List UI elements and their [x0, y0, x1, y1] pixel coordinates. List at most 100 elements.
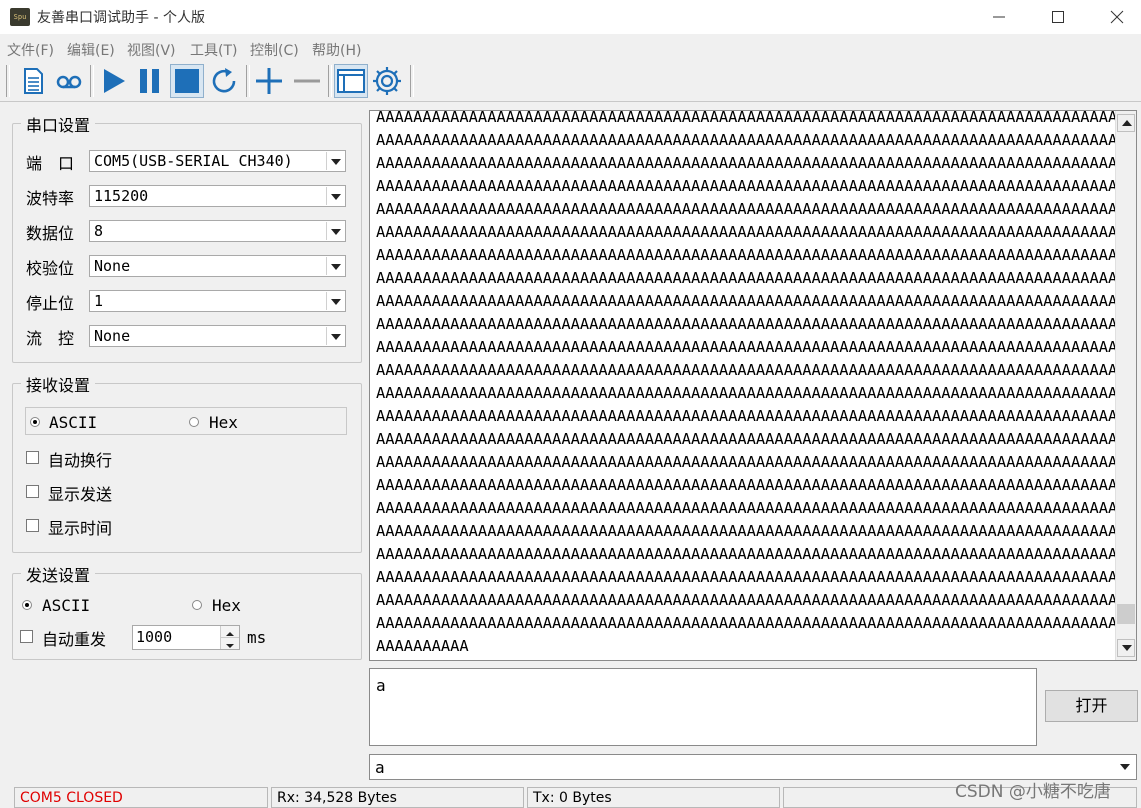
window-title: 友善串口调试助手 - 个人版 — [37, 10, 205, 26]
stepper-down-icon[interactable] — [220, 638, 239, 649]
receive-line: AAAAAAAAAAAAAAAAAAAAAAAAAAAAAAAAAAAAAAAA… — [376, 568, 1137, 586]
auto-resend-label: 自动重发 — [42, 630, 107, 649]
toolbar-separator — [410, 65, 414, 97]
send-ascii-radio[interactable] — [22, 600, 32, 610]
open-button[interactable]: 打开 — [1045, 690, 1138, 722]
port-select[interactable]: COM5(USB-SERIAL CH340) — [89, 150, 346, 172]
data-bits-label: 数据位 — [26, 224, 75, 243]
toolbar — [0, 61, 1141, 102]
auto-wrap-label: 自动换行 — [48, 451, 113, 470]
receive-line: AAAAAAAAAAAAAAAAAAAAAAAAAAAAAAAAAAAAAAAA… — [376, 361, 1137, 379]
receive-line: AAAAAAAAAAAAAAAAAAAAAAAAAAAAAAAAAAAAAAAA… — [376, 154, 1137, 172]
toolbar-separator — [90, 65, 94, 97]
baud-rate-select[interactable]: 115200 — [89, 185, 346, 207]
maximize-icon[interactable] — [1029, 0, 1087, 34]
send-history-value: a — [375, 758, 385, 777]
port-status: COM5 CLOSED — [14, 787, 268, 808]
scroll-down-icon[interactable] — [1117, 639, 1135, 657]
pause-icon[interactable] — [133, 64, 167, 98]
show-time-label: 显示时间 — [48, 519, 113, 538]
receive-line: AAAAAAAAAAAAAAAAAAAAAAAAAAAAAAAAAAAAAAAA… — [376, 476, 1137, 494]
receive-hex-label: Hex — [209, 413, 238, 432]
chevron-down-icon[interactable] — [326, 327, 344, 345]
port-status-text: COM5 CLOSED — [20, 790, 123, 806]
auto-wrap-checkbox[interactable] — [26, 451, 39, 464]
show-time-checkbox[interactable] — [26, 519, 39, 532]
receive-line: AAAAAAAAAAAAAAAAAAAAAAAAAAAAAAAAAAAAAAAA… — [376, 453, 1137, 471]
rx-count-text: Rx: 34,528 Bytes — [277, 790, 397, 806]
toolbar-separator — [328, 65, 332, 97]
receive-line: AAAAAAAAAAAAAAAAAAAAAAAAAAAAAAAAAAAAAAAA… — [376, 269, 1137, 287]
receive-line: AAAAAAAAAAAAAAAAAAAAAAAAAAAAAAAAAAAAAAAA… — [376, 614, 1137, 632]
tx-count-text: Tx: 0 Bytes — [533, 790, 612, 806]
interval-stepper[interactable]: 1000 — [132, 625, 240, 650]
close-icon[interactable] — [1088, 0, 1141, 34]
receive-line: AAAAAAAAAAAAAAAAAAAAAAAAAAAAAAAAAAAAAAAA… — [376, 338, 1137, 356]
parity-select[interactable]: None — [89, 255, 346, 277]
parity-label: 校验位 — [26, 259, 75, 278]
auto-resend-checkbox[interactable] — [20, 630, 33, 643]
stop-bits-select[interactable]: 1 — [89, 290, 346, 312]
window-icon[interactable] — [334, 64, 368, 98]
stop-icon[interactable] — [170, 64, 204, 98]
serial-settings-title: 串口设置 — [21, 112, 96, 136]
receive-line: AAAAAAAAAAAAAAAAAAAAAAAAAAAAAAAAAAAAAAAA… — [376, 177, 1137, 195]
scroll-up-icon[interactable] — [1117, 114, 1135, 132]
port-label: 端 口 — [26, 154, 75, 173]
menu-edit[interactable]: 编辑(E) — [67, 40, 115, 60]
receive-text-area[interactable]: AAAAAAAAAAAAAAAAAAAAAAAAAAAAAAAAAAAAAAAA… — [369, 110, 1137, 661]
show-send-label: 显示发送 — [48, 485, 113, 504]
settings-icon[interactable] — [370, 64, 404, 98]
new-file-icon[interactable] — [16, 64, 50, 98]
receive-text: AAAAAAAAAAAAAAAAAAAAAAAAAAAAAAAAAAAAAAAA… — [376, 110, 1137, 658]
receive-line: AAAAAAAAAAAAAAAAAAAAAAAAAAAAAAAAAAAAAAAA… — [376, 430, 1137, 448]
send-text-area[interactable]: a — [369, 668, 1037, 746]
title-bar: Spu 友善串口调试助手 - 个人版 — [0, 0, 1141, 34]
chevron-down-icon[interactable] — [326, 152, 344, 170]
receive-line: AAAAAAAAAAAAAAAAAAAAAAAAAAAAAAAAAAAAAAAA… — [376, 110, 1137, 126]
flow-control-value: None — [94, 327, 131, 345]
chevron-down-icon[interactable] — [326, 257, 344, 275]
baud-rate-label: 波特率 — [26, 189, 75, 208]
stop-bits-label: 停止位 — [26, 294, 75, 313]
receive-line: AAAAAAAAAAAAAAAAAAAAAAAAAAAAAAAAAAAAAAAA… — [376, 499, 1137, 517]
send-hex-label: Hex — [212, 596, 241, 615]
stepper-up-icon[interactable] — [220, 626, 239, 638]
minimize-icon[interactable] — [970, 0, 1028, 34]
receive-line: AAAAAAAAAAAAAAAAAAAAAAAAAAAAAAAAAAAAAAAA… — [376, 223, 1137, 241]
receive-ascii-radio[interactable] — [30, 417, 40, 427]
chevron-down-icon[interactable] — [326, 187, 344, 205]
flow-control-label: 流 控 — [26, 329, 75, 348]
receive-hex-radio[interactable] — [189, 417, 199, 427]
play-icon[interactable] — [97, 64, 131, 98]
chevron-down-icon[interactable] — [326, 292, 344, 310]
send-ascii-label: ASCII — [42, 596, 91, 615]
receive-scrollbar[interactable] — [1115, 111, 1136, 660]
watermark: CSDN @小糖不吃唐 — [955, 782, 1111, 802]
menu-view[interactable]: 视图(V) — [127, 40, 176, 60]
show-send-checkbox[interactable] — [26, 485, 39, 498]
receive-line: AAAAAAAAAAAAAAAAAAAAAAAAAAAAAAAAAAAAAAAA… — [376, 292, 1137, 310]
send-hex-radio[interactable] — [192, 600, 202, 610]
menu-control[interactable]: 控制(C) — [250, 40, 299, 60]
interval-unit: ms — [247, 628, 267, 647]
receive-ascii-label: ASCII — [49, 413, 98, 432]
receive-line: AAAAAAAAAA — [376, 637, 469, 655]
data-bits-value: 8 — [94, 222, 104, 240]
menu-help[interactable]: 帮助(H) — [312, 40, 361, 60]
menu-tools[interactable]: 工具(T) — [190, 40, 237, 60]
scroll-thumb[interactable] — [1117, 604, 1135, 625]
flow-control-select[interactable]: None — [89, 325, 346, 347]
data-bits-select[interactable]: 8 — [89, 220, 346, 242]
refresh-icon[interactable] — [207, 64, 241, 98]
chevron-down-icon[interactable] — [326, 222, 344, 240]
menu-bar: 文件(F) 编辑(E) 视图(V) 工具(T) 控制(C) 帮助(H) — [0, 36, 1141, 60]
stop-bits-value: 1 — [94, 292, 104, 310]
rx-count: Rx: 34,528 Bytes — [271, 787, 524, 808]
toolbar-grip — [6, 65, 10, 97]
chevron-down-icon[interactable] — [1117, 759, 1133, 775]
minus-icon[interactable] — [290, 64, 324, 98]
record-icon[interactable] — [52, 64, 86, 98]
plus-icon[interactable] — [252, 64, 286, 98]
menu-file[interactable]: 文件(F) — [7, 40, 54, 60]
